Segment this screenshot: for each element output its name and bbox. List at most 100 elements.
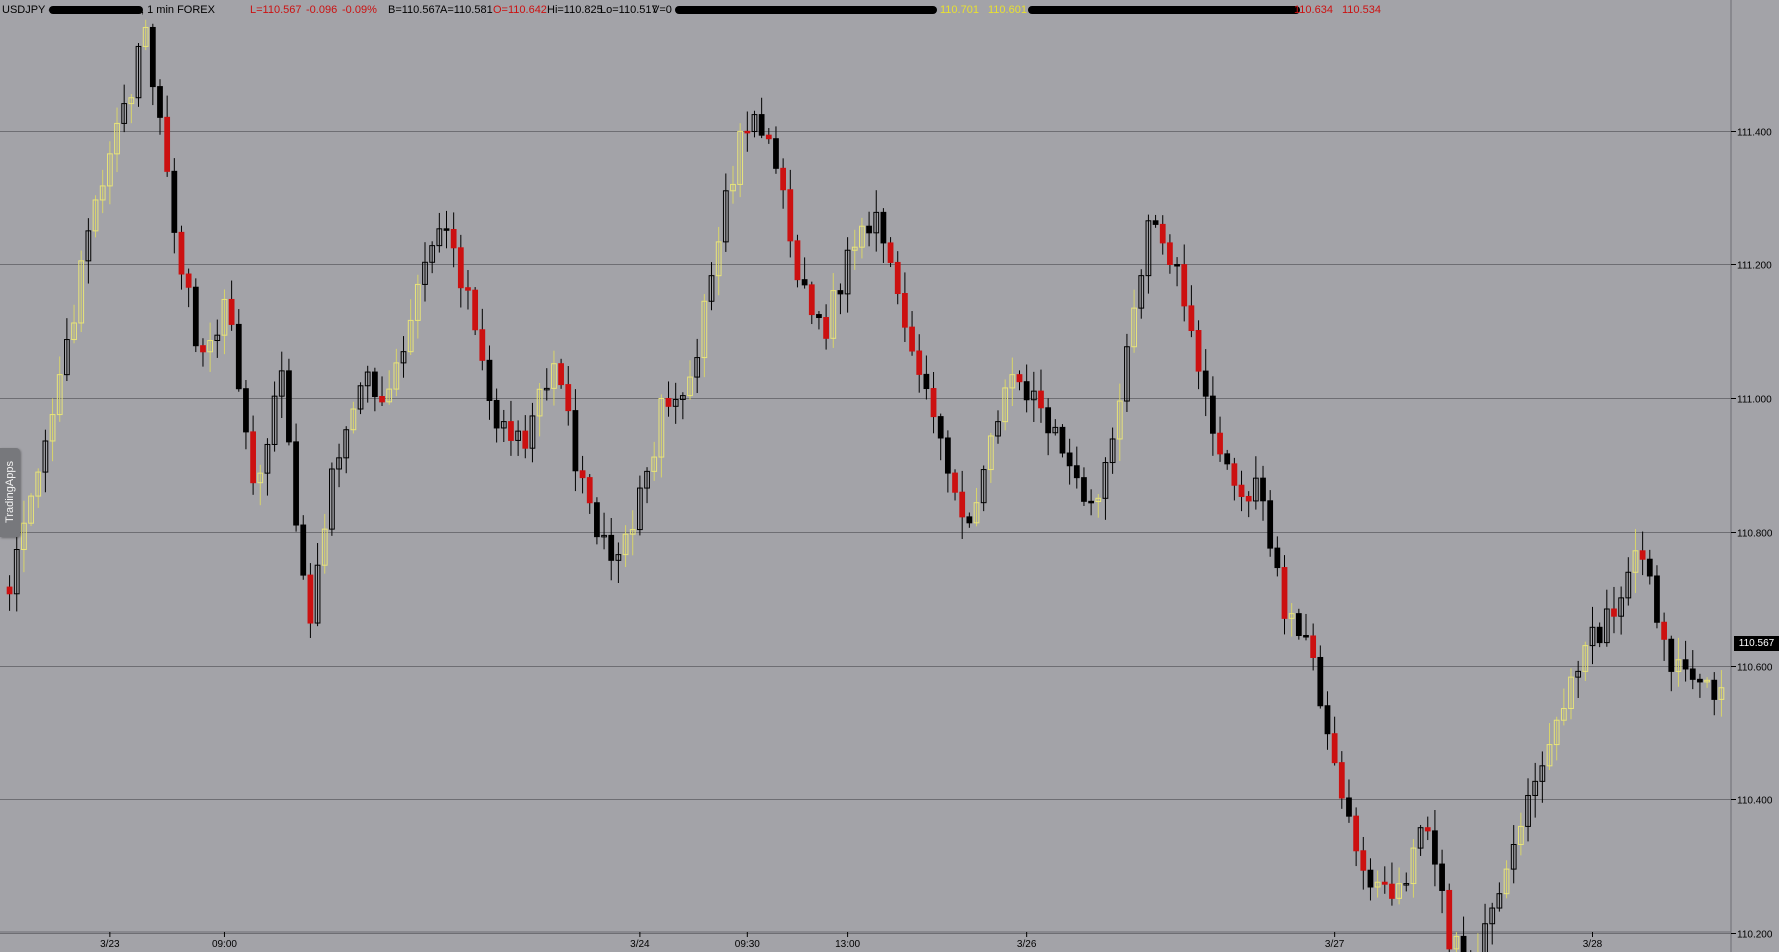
- candle: [1059, 424, 1066, 458]
- candle-body: [909, 326, 915, 352]
- candle: [1632, 528, 1639, 593]
- candle: [536, 382, 543, 437]
- time-axis[interactable]: 3/23 09:00 3/24 09:30 13:00 3/26 3/27 3/28: [100, 932, 1603, 950]
- candle: [1432, 809, 1438, 887]
- candle-body: [1639, 550, 1646, 560]
- candle: [49, 398, 56, 462]
- candle: [543, 368, 550, 401]
- candle-body: [902, 293, 908, 328]
- candle: [92, 195, 99, 238]
- candle-body: [1159, 223, 1166, 244]
- candle: [586, 474, 593, 514]
- candle-body: [1274, 547, 1281, 569]
- candle: [1389, 862, 1395, 906]
- candle-body: [243, 388, 249, 433]
- symbol-label[interactable]: USDJPY -: [2, 4, 52, 16]
- candle-body: [1195, 330, 1202, 372]
- candle: [128, 94, 135, 124]
- candle: [930, 372, 937, 434]
- candle-body: [579, 470, 586, 479]
- candle-body: [300, 524, 307, 576]
- candle: [278, 351, 285, 419]
- candle: [1045, 398, 1052, 456]
- price-axis[interactable]: 111.400 111.200 111.000 110.800 110.600 110.4…: [1731, 128, 1773, 941]
- candle-body: [1281, 567, 1288, 619]
- study2-value-b: 110.534: [1342, 4, 1381, 16]
- candle: [1138, 269, 1145, 319]
- candle: [615, 542, 622, 584]
- candle-body: [157, 86, 163, 118]
- candle: [916, 334, 923, 393]
- candle: [321, 513, 328, 574]
- candle-body: [966, 516, 973, 524]
- candle: [773, 126, 779, 174]
- candle: [1002, 379, 1009, 431]
- tradingapps-tab[interactable]: TradingApps: [0, 448, 20, 537]
- candle-body: [1596, 626, 1603, 644]
- candle: [1288, 603, 1295, 637]
- candle-body: [916, 350, 923, 375]
- candle-body: [952, 472, 958, 493]
- candle-body: [1081, 477, 1087, 502]
- candle-body: [1424, 827, 1431, 832]
- candle: [873, 190, 880, 252]
- candle: [1295, 608, 1302, 640]
- candle: [6, 575, 13, 611]
- study1-value-b: 110.601: [988, 4, 1027, 16]
- candle: [987, 432, 994, 483]
- candle: [1568, 668, 1574, 720]
- candle-body: [307, 574, 314, 624]
- candle: [28, 493, 34, 527]
- candle-body: [1023, 381, 1030, 401]
- candle: [149, 23, 156, 106]
- candle: [1367, 858, 1374, 901]
- candle: [1374, 870, 1381, 898]
- candle: [1496, 882, 1503, 912]
- candle-body: [1317, 656, 1324, 707]
- candle: [443, 210, 450, 249]
- candle-body: [665, 397, 672, 407]
- candle-body: [1324, 705, 1331, 735]
- candle-body: [171, 170, 178, 233]
- candle-body: [1661, 621, 1668, 640]
- candle: [286, 358, 292, 446]
- candle: [1109, 427, 1116, 474]
- candle: [64, 318, 70, 382]
- candle: [1238, 470, 1245, 512]
- candle-body: [930, 388, 937, 418]
- current-price-tag: 110.567: [1734, 636, 1779, 651]
- candle: [594, 497, 600, 545]
- candle-body: [185, 273, 192, 288]
- candle-body: [192, 286, 199, 347]
- candle: [243, 379, 249, 450]
- candle-body: [787, 189, 794, 242]
- candle: [1446, 883, 1453, 952]
- ask-price: A=110.581: [440, 4, 493, 16]
- candlestick-chart[interactable]: 111.400 111.200 111.000 110.800 110.600 110.4…: [0, 0, 1779, 952]
- candle: [114, 107, 120, 173]
- candle: [959, 470, 966, 539]
- candle: [687, 360, 693, 400]
- candle: [386, 370, 393, 405]
- candle: [21, 500, 27, 573]
- candle: [400, 336, 407, 378]
- candle: [157, 79, 163, 135]
- candle: [1131, 289, 1137, 353]
- candle-body: [1295, 613, 1302, 637]
- candle: [379, 376, 385, 406]
- candle: [508, 400, 514, 456]
- candle-body: [443, 228, 450, 231]
- candle: [56, 356, 63, 422]
- time-tick-label: 3/27: [1325, 939, 1345, 950]
- candle-body: [472, 289, 479, 331]
- candle: [422, 242, 428, 302]
- candle-body: [1016, 374, 1023, 383]
- candle: [973, 487, 980, 527]
- candle: [1088, 489, 1095, 516]
- candle: [816, 311, 822, 330]
- candle: [572, 389, 579, 492]
- candle: [1331, 716, 1338, 766]
- candle-body: [1338, 762, 1345, 799]
- candle: [35, 468, 42, 508]
- candle: [1260, 465, 1266, 521]
